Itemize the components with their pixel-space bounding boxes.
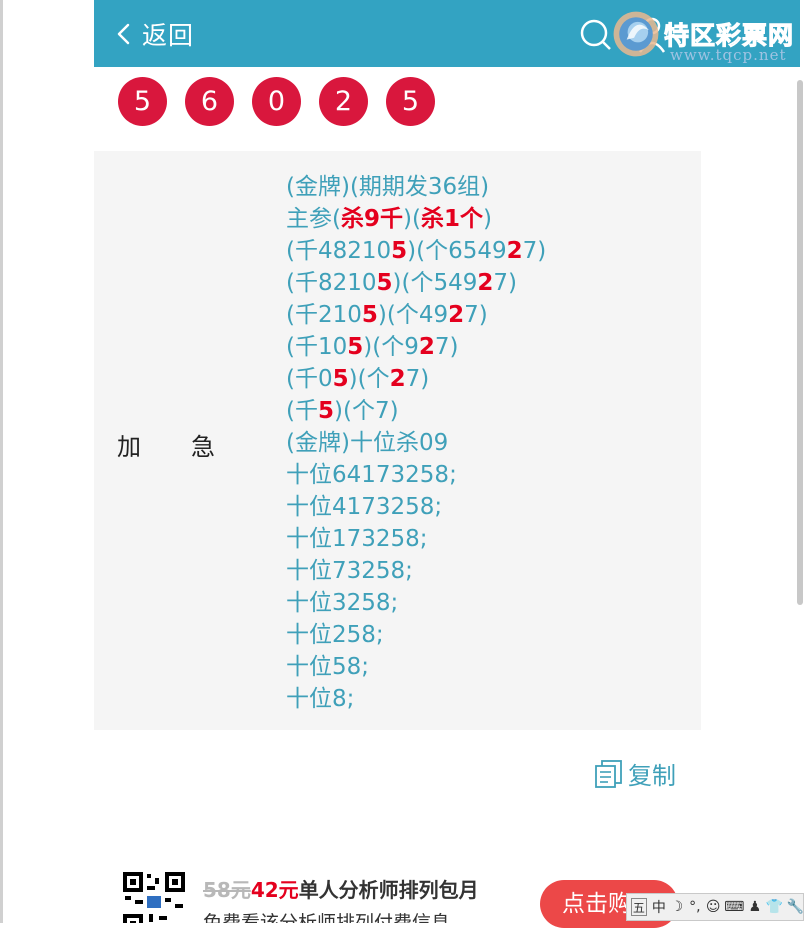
left-edge [0, 0, 3, 923]
back-label: 返回 [142, 21, 195, 50]
prediction-panel: 加急 (金牌)(期期发36组) 主参(杀9千)(杀1个) (千482105)(个65… [94, 151, 701, 730]
prediction-line: (千05)(个27) [286, 363, 546, 395]
label-right: 急 [191, 433, 217, 461]
highlight-text: 5 [361, 302, 378, 328]
line-text: (千210 [286, 302, 362, 328]
line-text: 7) [434, 334, 459, 360]
qr-code-icon [121, 870, 187, 923]
ime-item[interactable]: ☺ [706, 899, 721, 915]
lottery-ball: 5 [386, 77, 435, 126]
prediction-line: 主参(杀9千)(杀1个) [286, 203, 546, 235]
promo-old-price: 58元 [203, 878, 251, 902]
prediction-line: 十位3258; [286, 587, 546, 619]
line-text: )( [403, 206, 421, 232]
line-text: 主参( [286, 206, 341, 232]
prediction-line: 十位73258; [286, 555, 546, 587]
line-text: (千0 [286, 366, 333, 392]
line-text: 十位8; [286, 686, 355, 712]
copy-button[interactable]: 复制 [594, 756, 676, 791]
ime-item[interactable]: °, [689, 899, 701, 915]
line-text: (千8210 [286, 270, 377, 296]
label-left: 加 [117, 433, 143, 461]
ime-item[interactable]: ⌨ [724, 899, 744, 915]
prediction-line: 十位4173258; [286, 491, 546, 523]
prediction-line: 十位8; [286, 683, 546, 715]
promo-title: 58元42元单人分析师排列包月 [203, 874, 479, 903]
line-text: )(个49 [377, 302, 449, 328]
line-text: 7) [522, 238, 547, 264]
scrollbar-thumb[interactable] [797, 80, 803, 605]
back-button[interactable]: 返回 [116, 14, 194, 54]
prediction-line: (金牌)(期期发36组) [286, 171, 546, 203]
prediction-line: (千482105)(个654927) [286, 235, 546, 267]
highlight-text: 2 [448, 302, 465, 328]
highlight-text: 杀1个 [420, 206, 483, 232]
highlight-text: 2 [418, 334, 435, 360]
line-text: 7) [493, 270, 518, 296]
highlight-text: 5 [332, 366, 349, 392]
prediction-line: (金牌)十位杀09 [286, 427, 546, 459]
line-text: )(个9 [363, 334, 419, 360]
highlight-text: 2 [389, 366, 406, 392]
line-text: )(个 [348, 366, 390, 392]
panel-label: 加急 [117, 427, 217, 462]
highlight-text: 5 [317, 398, 334, 424]
line-text: 十位4173258; [286, 494, 443, 520]
prediction-line: 十位258; [286, 619, 546, 651]
line-text: (金牌)(期期发36组) [286, 174, 490, 200]
highlight-text: 杀9千 [340, 206, 403, 232]
prediction-line: (千5)(个7) [286, 395, 546, 427]
highlight-text: 5 [391, 238, 408, 264]
line-text: )(个6549 [407, 238, 507, 264]
line-text: 7) [464, 302, 488, 328]
highlight-text: 5 [376, 270, 393, 296]
line-text: (金牌)十位杀09 [286, 430, 449, 456]
line-text: 十位64173258; [286, 462, 457, 488]
lottery-ball: 2 [319, 77, 368, 126]
line-text: ) [482, 206, 492, 232]
line-text: 7) [405, 366, 430, 392]
ime-item[interactable]: 中 [652, 897, 666, 917]
lottery-ball: 6 [185, 77, 234, 126]
ime-item[interactable]: 👕 [766, 899, 783, 915]
promo-subtitle: 免费看该分析师排列付费信息 [203, 912, 451, 923]
line-text: )(个549 [392, 270, 478, 296]
prediction-line: 十位173258; [286, 523, 546, 555]
prediction-line: (千105)(个927) [286, 331, 546, 363]
line-text: (千10 [286, 334, 348, 360]
line-text: 十位258; [286, 622, 384, 648]
highlight-text: 2 [477, 270, 494, 296]
line-text: (千 [286, 398, 318, 424]
ime-item[interactable]: 🔧 [787, 899, 804, 915]
logo-swirl-icon [613, 11, 659, 57]
highlight-text: 2 [506, 238, 523, 264]
ime-toolbar[interactable]: 五中 ☽ °, ☺ ⌨ ♟ 👕 🔧 [626, 893, 804, 921]
ime-item[interactable]: ♟ [749, 899, 762, 915]
line-text: 十位58; [286, 654, 370, 680]
line-text: 十位173258; [286, 526, 428, 552]
promo-new-price: 42元 [250, 878, 299, 902]
copy-document-icon [595, 759, 622, 788]
line-text: 十位3258; [286, 590, 399, 616]
search-icon [580, 19, 608, 47]
ime-item[interactable]: 五 [631, 898, 647, 916]
line-text: (千48210 [286, 238, 392, 264]
chevron-left-icon [117, 23, 130, 45]
watermark-logo: 特区彩票网 www.tqcp.net [612, 6, 802, 66]
promo-title-text: 单人分析师排列包月 [298, 878, 479, 902]
prediction-line: 十位64173258; [286, 459, 546, 491]
watermark-url: www.tqcp.net [670, 46, 787, 64]
line-text: )(个7) [334, 398, 399, 424]
highlight-text: 5 [347, 334, 364, 360]
lottery-ball: 5 [118, 77, 167, 126]
ime-item[interactable]: ☽ [671, 899, 684, 915]
lottery-balls: 56025 [118, 77, 435, 126]
prediction-line: 十位58; [286, 651, 546, 683]
prediction-line: (千2105)(个4927) [286, 299, 546, 331]
prediction-lines: (金牌)(期期发36组) 主参(杀9千)(杀1个) (千482105)(个65492… [286, 171, 546, 715]
prediction-line: (千82105)(个54927) [286, 267, 546, 299]
lottery-ball: 0 [252, 77, 301, 126]
copy-label: 复制 [628, 762, 676, 790]
line-text: 十位73258; [286, 558, 413, 584]
